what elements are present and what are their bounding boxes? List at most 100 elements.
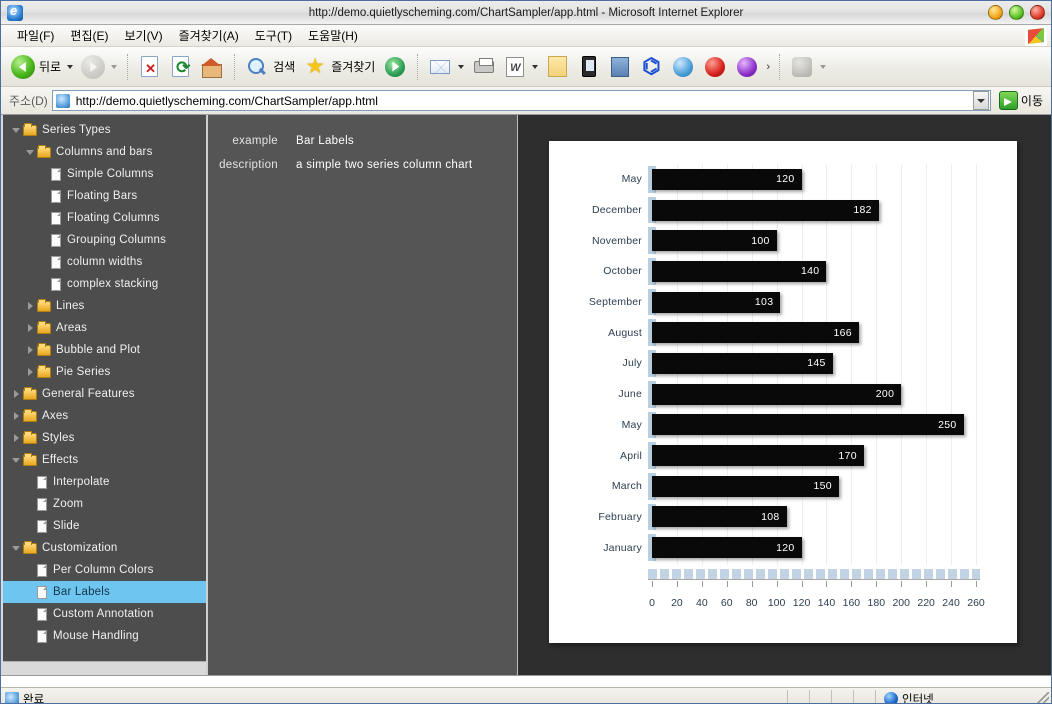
sidebar-item-per-column-colors[interactable]: Per Column Colors	[3, 559, 206, 581]
forward-button[interactable]	[77, 52, 121, 82]
chevron-right-icon[interactable]	[27, 368, 33, 376]
media-button[interactable]	[379, 52, 411, 82]
notes-button[interactable]	[542, 52, 573, 81]
bar-row[interactable]: September 103	[589, 287, 976, 318]
sidebar-item-customization[interactable]: Customization	[3, 537, 206, 559]
tree-toggle[interactable]	[9, 545, 23, 551]
device-button[interactable]	[573, 52, 605, 81]
bluetooth-button[interactable]	[635, 52, 667, 82]
sidebar-item-pie-series[interactable]: Pie Series	[3, 361, 206, 383]
tree-toggle[interactable]	[23, 302, 37, 310]
mail-button[interactable]	[424, 52, 468, 82]
bar[interactable]: 170	[652, 445, 864, 467]
tree-toggle[interactable]	[23, 346, 37, 354]
alert-button[interactable]	[699, 52, 731, 82]
sidebar-item-areas[interactable]: Areas	[3, 317, 206, 339]
chevron-right-icon[interactable]	[27, 324, 33, 332]
sidebar-item-effects[interactable]: Effects	[3, 449, 206, 471]
bar-row[interactable]: March 150	[612, 471, 976, 502]
forward-history-caret-icon[interactable]	[111, 64, 118, 69]
mail-caret-icon[interactable]	[458, 64, 465, 69]
bar[interactable]: 100	[652, 230, 777, 252]
sidebar-item-columns-and-bars[interactable]: Columns and bars	[3, 141, 206, 163]
bar-row[interactable]: May 250	[622, 410, 976, 441]
home-button[interactable]	[196, 52, 228, 82]
bar[interactable]: 108	[652, 506, 787, 528]
sidebar-item-general-features[interactable]: General Features	[3, 383, 206, 405]
favorites-button[interactable]: 즐겨찾기	[299, 52, 379, 82]
sidebar-item-floating-columns[interactable]: Floating Columns	[3, 207, 206, 229]
chevron-down-icon[interactable]	[12, 545, 20, 551]
sidebar-item-custom-annotation[interactable]: Custom Annotation	[3, 603, 206, 625]
globe-button[interactable]	[667, 52, 699, 82]
tree-toggle[interactable]	[23, 368, 37, 376]
bar-row[interactable]: November 100	[592, 225, 976, 256]
go-button[interactable]: 이동	[995, 90, 1047, 111]
sidebar-tree[interactable]: Series Types Columns and bars Simple Colum…	[1, 115, 208, 675]
resize-grip[interactable]	[1035, 691, 1049, 703]
chevron-down-icon[interactable]	[12, 457, 20, 463]
close-button[interactable]	[1030, 5, 1045, 20]
back-button[interactable]: 뒤로	[7, 52, 77, 82]
yahoo-button[interactable]	[731, 52, 763, 82]
minimize-button[interactable]	[988, 5, 1003, 20]
maximize-button[interactable]	[1009, 5, 1024, 20]
menu-help[interactable]: 도움말(H)	[300, 25, 366, 46]
bar[interactable]: 150	[652, 475, 839, 497]
sidebar-horizontal-scrollbar[interactable]	[3, 661, 206, 675]
chevron-right-icon[interactable]	[13, 412, 19, 420]
bar[interactable]: 250	[652, 414, 964, 436]
word-caret-icon[interactable]	[532, 64, 539, 69]
sidebar-item-mouse-handling[interactable]: Mouse Handling	[3, 625, 206, 647]
stop-button[interactable]	[134, 52, 165, 81]
menu-tools[interactable]: 도구(T)	[247, 25, 300, 46]
sidebar-item-grouping-columns[interactable]: Grouping Columns	[3, 229, 206, 251]
menu-favorites[interactable]: 즐겨찾기(A)	[171, 25, 247, 46]
sidebar-item-bar-labels[interactable]: Bar Labels	[3, 581, 206, 603]
chevron-right-icon[interactable]	[13, 434, 19, 442]
bar-row[interactable]: April 170	[620, 440, 976, 471]
bar[interactable]: 145	[652, 352, 833, 374]
print-button[interactable]	[468, 51, 500, 83]
discuss-caret-icon[interactable]	[820, 64, 827, 69]
bar[interactable]: 120	[652, 168, 802, 190]
sidebar-item-zoom[interactable]: Zoom	[3, 493, 206, 515]
bar-row[interactable]: January 120	[603, 532, 976, 563]
tree-toggle[interactable]	[9, 390, 23, 398]
security-zone[interactable]: 인터넷	[875, 689, 1035, 703]
chevron-right-icon[interactable]	[27, 346, 33, 354]
bar[interactable]: 103	[652, 291, 781, 313]
address-input-wrapper[interactable]	[51, 90, 991, 111]
sidebar-item-bubble-and-plot[interactable]: Bubble and Plot	[3, 339, 206, 361]
chevron-down-icon[interactable]	[26, 149, 34, 155]
bar[interactable]: 182	[652, 199, 879, 221]
address-input[interactable]	[73, 92, 973, 109]
sidebar-item-slide[interactable]: Slide	[3, 515, 206, 537]
refresh-button[interactable]	[165, 52, 196, 81]
sidebar-item-complex-stacking[interactable]: complex stacking	[3, 273, 206, 295]
bar-row[interactable]: October 140	[603, 256, 976, 287]
tree-toggle[interactable]	[9, 457, 23, 463]
address-dropdown-icon[interactable]	[972, 91, 989, 110]
search-button[interactable]: 검색	[241, 52, 299, 82]
sidebar-item-interpolate[interactable]: Interpolate	[3, 471, 206, 493]
tree-toggle[interactable]	[9, 434, 23, 442]
bar-row[interactable]: August 166	[608, 317, 976, 348]
menu-file[interactable]: 파일(F)	[9, 25, 62, 46]
sidebar-item-floating-bars[interactable]: Floating Bars	[3, 185, 206, 207]
tree-toggle[interactable]	[23, 149, 37, 155]
bar[interactable]: 166	[652, 322, 859, 344]
bar[interactable]: 200	[652, 383, 902, 405]
bar[interactable]: 120	[652, 537, 802, 559]
bar-row[interactable]: May 120	[622, 164, 976, 195]
tree-toggle[interactable]	[9, 412, 23, 420]
bar-row[interactable]: July 145	[623, 348, 976, 379]
menu-view[interactable]: 보기(V)	[116, 25, 170, 46]
chevron-down-icon[interactable]	[12, 127, 20, 133]
word-edit-button[interactable]: W	[500, 52, 542, 82]
bar-row[interactable]: February 108	[598, 502, 976, 533]
sidebar-item-column-widths[interactable]: column widths	[3, 251, 206, 273]
chevron-right-icon[interactable]	[27, 302, 33, 310]
toolbar-overflow-button[interactable]: ›	[763, 61, 773, 73]
chevron-right-icon[interactable]	[13, 390, 19, 398]
